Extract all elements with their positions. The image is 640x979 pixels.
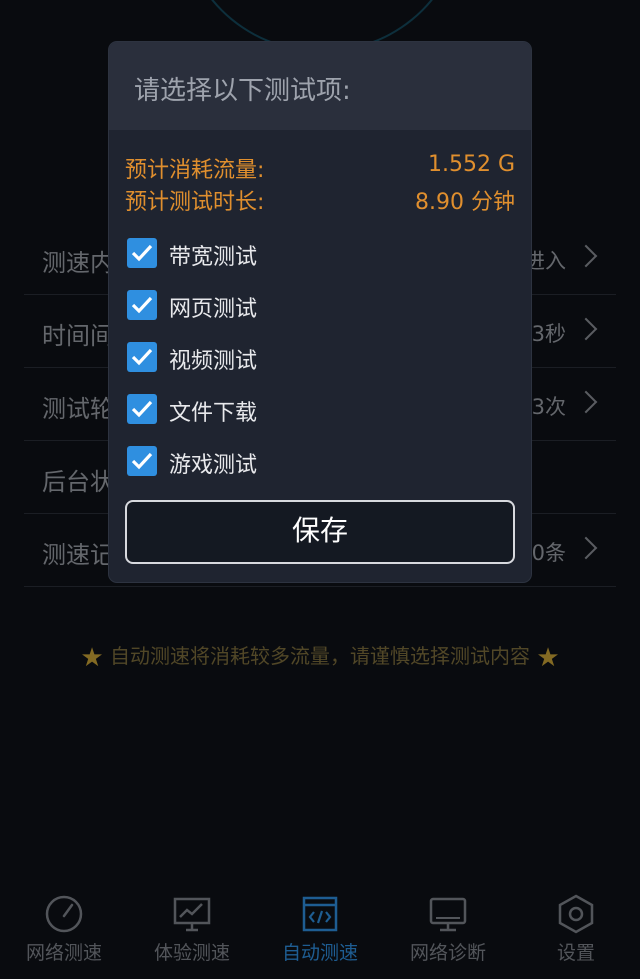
- test-options-list: 带宽测试 网页测试 视频测试 文件下载 游戏测试: [109, 228, 531, 488]
- option-web-test[interactable]: 网页测试: [109, 280, 531, 332]
- checkmark-icon: [131, 400, 153, 418]
- estimated-duration: 预计测试时长: 8.90 分钟: [109, 184, 531, 216]
- checkmark-icon: [131, 452, 153, 470]
- option-game-test[interactable]: 游戏测试: [109, 436, 531, 488]
- option-label: 文件下载: [169, 401, 258, 426]
- checkmark-icon: [131, 296, 153, 314]
- option-label: 游戏测试: [169, 453, 258, 478]
- estimated-traffic-label: 预计消耗流量:: [125, 158, 265, 183]
- option-label: 视频测试: [169, 349, 258, 374]
- checkmark-icon: [131, 348, 153, 366]
- checkbox-checked[interactable]: [127, 238, 157, 268]
- estimated-traffic-value: 1.552 G: [427, 152, 515, 177]
- estimated-duration-value: 8.90 分钟: [415, 190, 515, 215]
- modal-overlay[interactable]: 请选择以下测试项: 预计消耗流量: 1.552 G 预计测试时长: 8.90 分…: [0, 0, 640, 979]
- option-label: 带宽测试: [169, 245, 258, 270]
- checkbox-checked[interactable]: [127, 446, 157, 476]
- checkmark-icon: [131, 244, 153, 262]
- checkbox-checked[interactable]: [127, 290, 157, 320]
- option-label: 网页测试: [169, 297, 258, 322]
- checkbox-checked[interactable]: [127, 342, 157, 372]
- estimate-block: 预计消耗流量: 1.552 G 预计测试时长: 8.90 分钟: [109, 130, 531, 216]
- option-file-download[interactable]: 文件下载: [109, 384, 531, 436]
- option-bandwidth-test[interactable]: 带宽测试: [109, 228, 531, 280]
- checkbox-checked[interactable]: [127, 394, 157, 424]
- estimated-duration-label: 预计测试时长:: [125, 190, 265, 215]
- test-items-dialog: 请选择以下测试项: 预计消耗流量: 1.552 G 预计测试时长: 8.90 分…: [109, 42, 531, 582]
- save-button[interactable]: 保存: [125, 500, 515, 564]
- dialog-title: 请选择以下测试项:: [109, 42, 531, 130]
- option-video-test[interactable]: 视频测试: [109, 332, 531, 384]
- estimated-traffic: 预计消耗流量: 1.552 G: [109, 152, 531, 184]
